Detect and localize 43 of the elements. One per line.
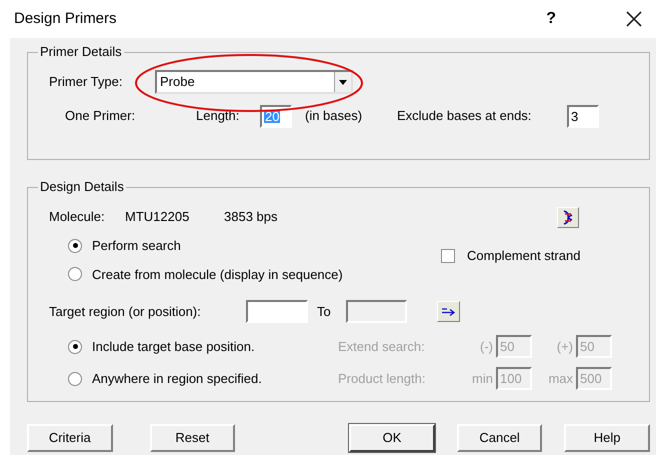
dialog-button[interactable]: Cancel <box>456 424 542 452</box>
field-label: Molecule: <box>49 208 106 226</box>
primer-type-dropdown[interactable]: Probe <box>155 70 353 94</box>
window-title: Design Primers <box>14 8 117 29</box>
dialog-button[interactable]: OK <box>349 424 435 452</box>
input-field[interactable] <box>246 300 308 323</box>
dialog-button[interactable]: Reset <box>150 424 236 452</box>
checkbox[interactable] <box>441 249 455 263</box>
input-field[interactable]: 3 <box>567 104 599 128</box>
radio-button[interactable] <box>68 238 82 253</box>
radio-label[interactable]: Include target base position. <box>92 336 255 356</box>
checkbox-label[interactable]: Complement strand <box>467 246 580 266</box>
dialog-button[interactable]: Help <box>564 424 650 452</box>
field-label: min <box>471 370 493 388</box>
close-icon[interactable] <box>626 11 642 27</box>
go-button[interactable] <box>437 301 460 322</box>
field-label: Exclude bases at ends: <box>397 107 532 126</box>
unit-label: (in bases) <box>305 107 364 126</box>
radio-label[interactable]: Anywhere in region specified. <box>92 368 262 388</box>
field-label: Length: <box>196 107 240 126</box>
dna-button[interactable] <box>557 206 579 228</box>
radio-label[interactable]: Create from molecule (display in sequence) <box>92 264 343 284</box>
right-arrow-icon <box>442 308 455 316</box>
dna-icon <box>563 210 573 224</box>
field-label: (-) <box>479 338 493 356</box>
field-label: Extend search: <box>338 338 426 356</box>
radio-button[interactable] <box>68 340 82 354</box>
field-label: max <box>547 370 573 388</box>
help-button[interactable]: ? <box>546 7 556 31</box>
field-label: (+) <box>556 338 573 356</box>
field-label: Product length: <box>338 370 426 388</box>
dialog-button[interactable]: Criteria <box>27 424 113 452</box>
radio-button[interactable] <box>68 267 82 282</box>
field-label: Target region (or position): <box>49 302 202 321</box>
radio-button[interactable] <box>68 372 82 386</box>
dropdown-arrow-icon[interactable] <box>339 80 347 84</box>
field-label: To <box>317 302 332 321</box>
radio-label[interactable]: Perform search <box>92 236 181 256</box>
group-title: Design Details <box>38 179 126 195</box>
field-label: Primer Type: <box>49 73 124 92</box>
molecule-name: MTU12205 <box>125 208 190 226</box>
field-label: One Primer: <box>65 107 136 126</box>
molecule-size: 3853 bps <box>224 208 278 226</box>
